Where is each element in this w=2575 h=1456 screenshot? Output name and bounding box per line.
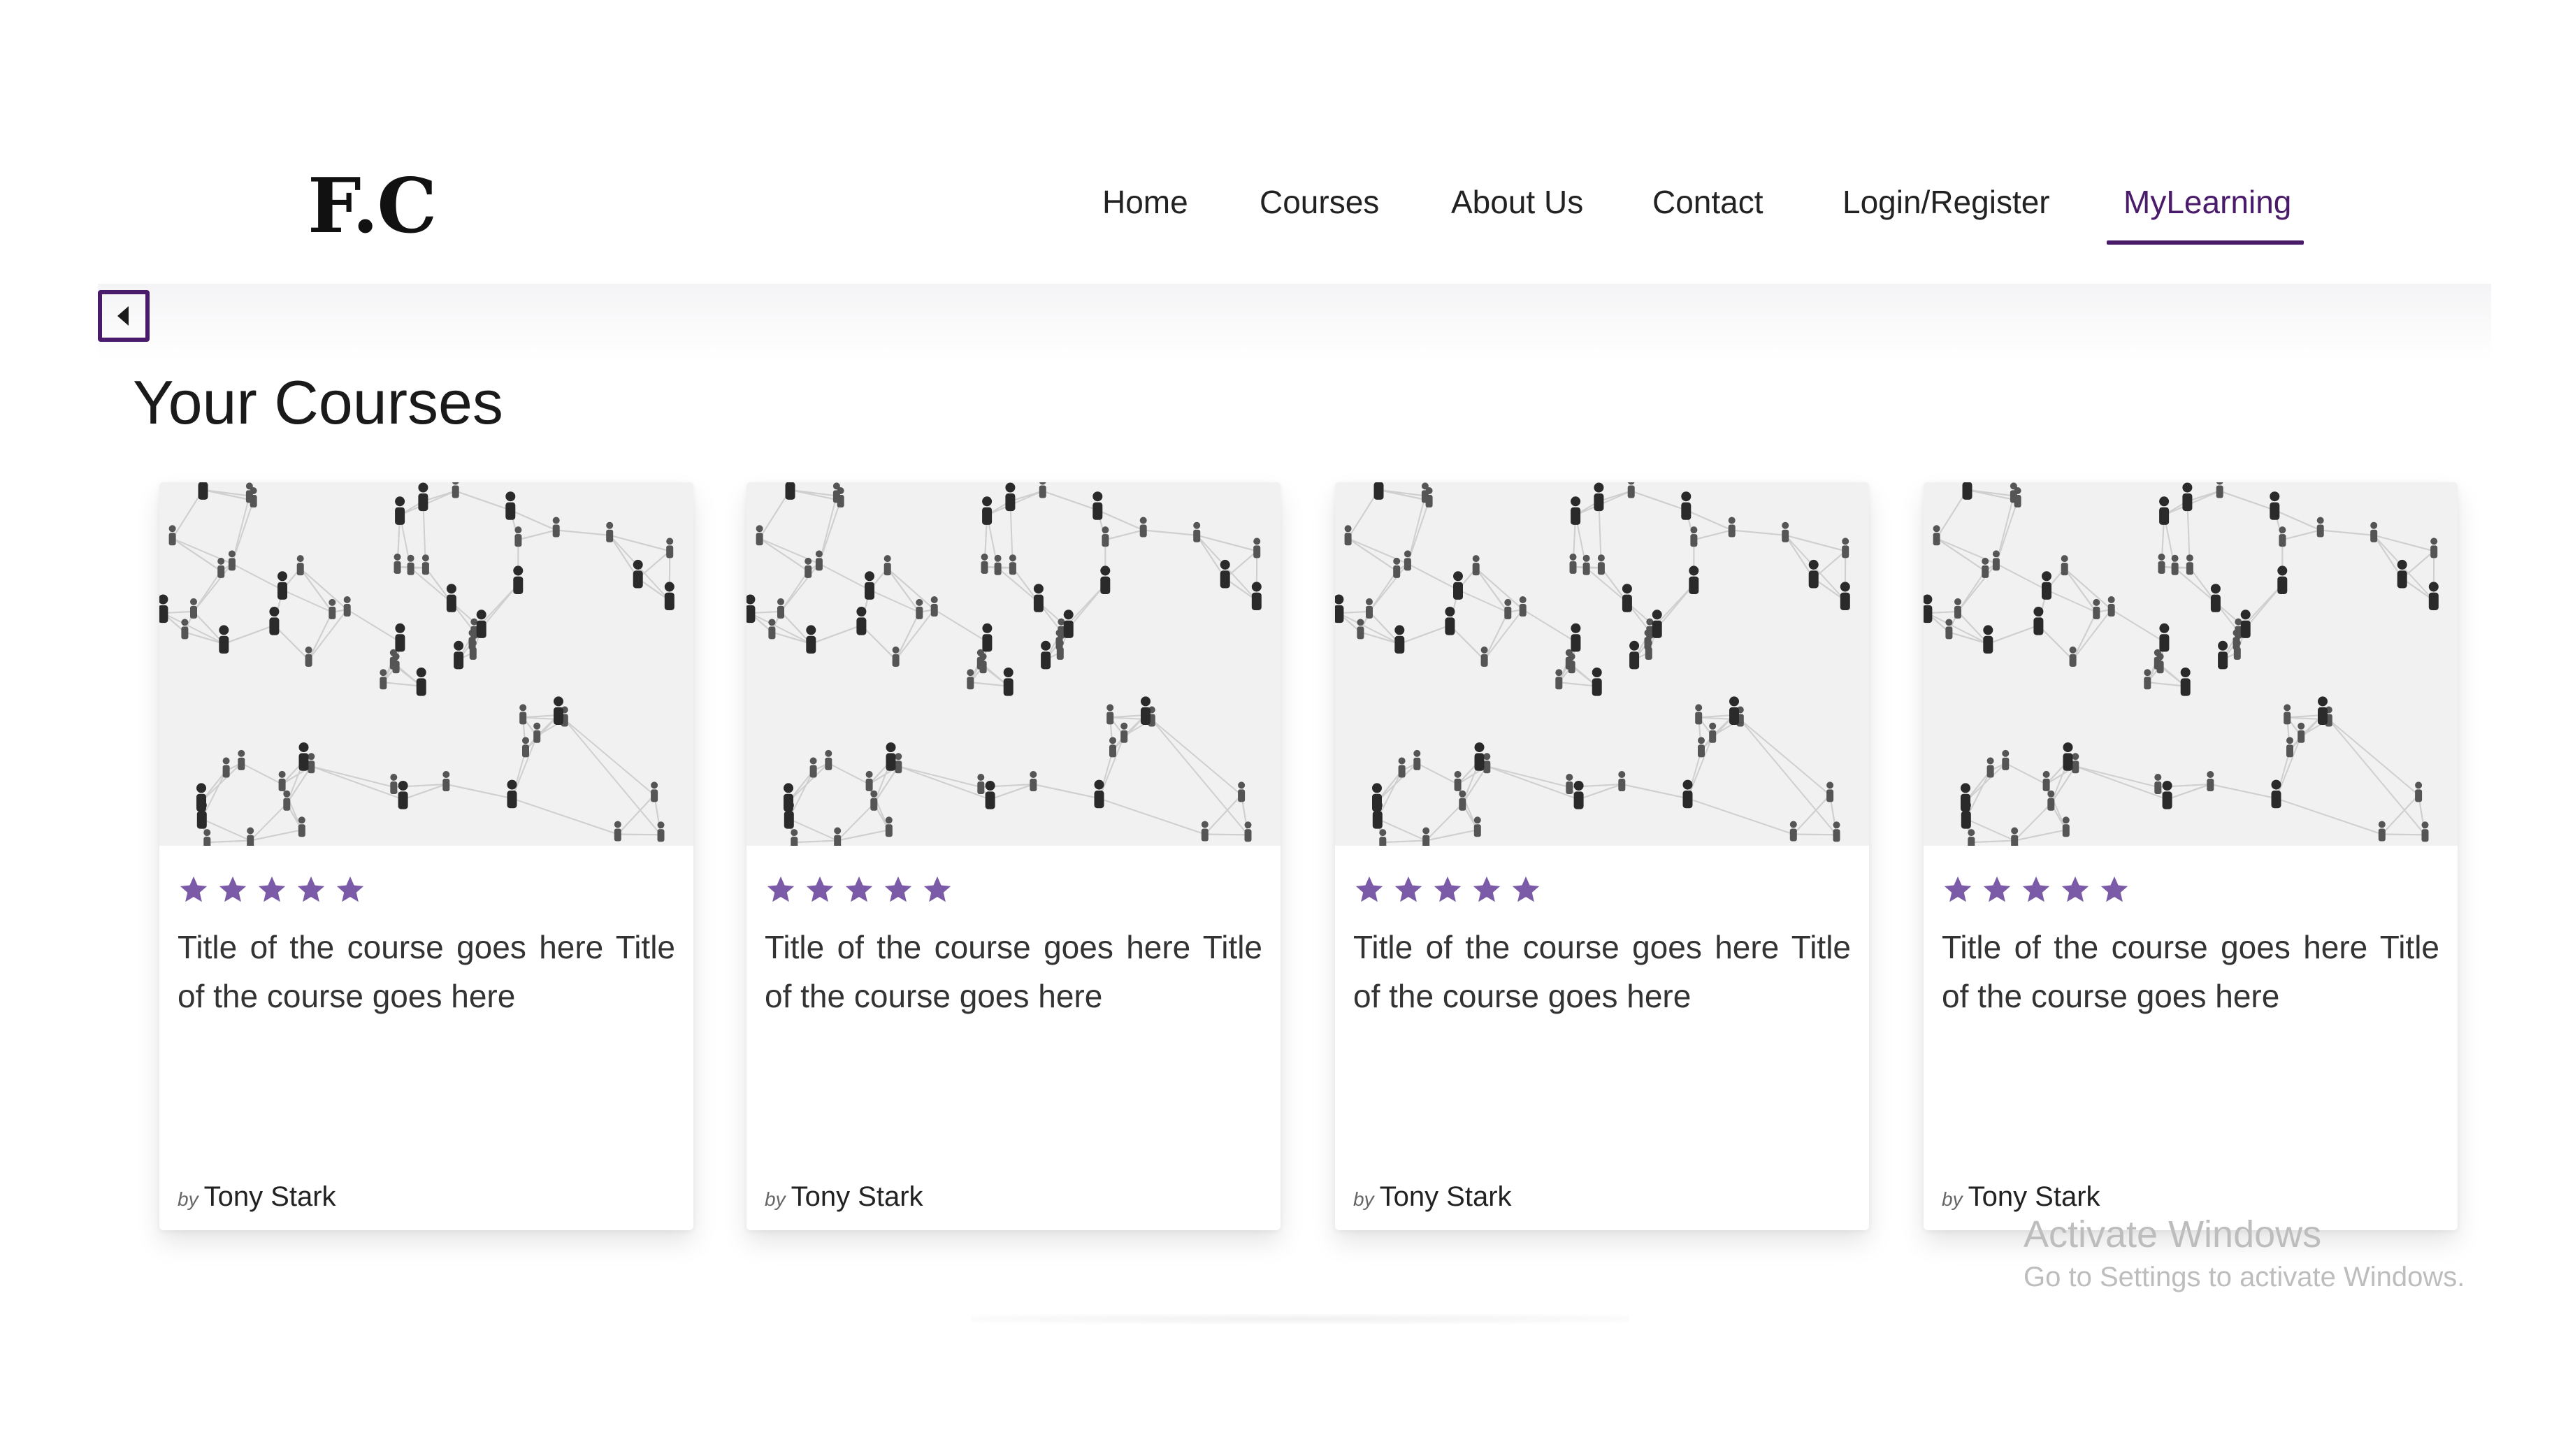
course-author: by Tony Stark	[1353, 1181, 1512, 1213]
author-name: Tony Stark	[203, 1181, 336, 1212]
section-shadow	[972, 1314, 1629, 1324]
star-icon	[1512, 876, 1540, 902]
people-network-image	[1335, 482, 1869, 846]
star-icon	[845, 876, 873, 902]
by-label: by	[765, 1188, 786, 1210]
course-card[interactable]: Title of the course goes here Title of t…	[1924, 482, 2458, 1230]
star-icon	[2022, 876, 2050, 902]
collapse-back-button[interactable]	[98, 290, 150, 342]
course-author: by Tony Stark	[178, 1181, 336, 1213]
star-icon	[767, 876, 795, 902]
star-icon	[297, 876, 325, 902]
main-nav: Home Courses About Us Contact Login/Regi…	[0, 183, 2575, 246]
nav-courses[interactable]: Courses	[1260, 183, 1379, 221]
author-name: Tony Stark	[1379, 1181, 1512, 1212]
people-network-image	[159, 482, 693, 846]
watermark-subtitle: Go to Settings to activate Windows.	[2024, 1262, 2465, 1292]
course-title[interactable]: Title of the course goes here Title of t…	[178, 923, 675, 1021]
star-icon	[1983, 876, 2011, 902]
course-title[interactable]: Title of the course goes here Title of t…	[1942, 923, 2439, 1021]
nav-about-us[interactable]: About Us	[1451, 183, 1583, 221]
author-name: Tony Stark	[1968, 1181, 2100, 1212]
course-title[interactable]: Title of the course goes here Title of t…	[765, 923, 1262, 1021]
watermark-title: Activate Windows	[2024, 1213, 2322, 1255]
star-icon	[1473, 876, 1501, 902]
star-icon	[2100, 876, 2128, 902]
by-label: by	[1942, 1188, 1963, 1210]
course-author: by Tony Stark	[765, 1181, 923, 1213]
star-icon	[1394, 876, 1422, 902]
star-icon	[1355, 876, 1383, 902]
nav-mylearning[interactable]: MyLearning	[2123, 183, 2291, 221]
course-author: by Tony Stark	[1942, 1181, 2100, 1213]
star-icon	[1434, 876, 1462, 902]
people-network-image	[746, 482, 1281, 846]
active-nav-indicator	[2107, 240, 2304, 245]
course-card[interactable]: Title of the course goes here Title of t…	[159, 482, 693, 1230]
star-icon	[1944, 876, 1972, 902]
star-icon	[806, 876, 834, 902]
header-shadow	[98, 284, 2491, 361]
nav-contact[interactable]: Contact	[1652, 183, 1763, 221]
course-card[interactable]: Title of the course goes here Title of t…	[1335, 482, 1869, 1230]
course-title[interactable]: Title of the course goes here Title of t…	[1353, 923, 1851, 1021]
star-icon	[884, 876, 912, 902]
star-icon	[336, 876, 364, 902]
windows-activation-watermark: Activate Windows Go to Settings to activ…	[2024, 1213, 2465, 1293]
author-name: Tony Stark	[791, 1181, 923, 1212]
star-icon	[923, 876, 951, 902]
by-label: by	[178, 1188, 199, 1210]
people-network-image	[1924, 482, 2458, 846]
page-title: Your Courses	[133, 368, 503, 437]
star-icon	[2061, 876, 2089, 902]
course-card[interactable]: Title of the course goes here Title of t…	[746, 482, 1281, 1230]
star-icon	[180, 876, 208, 902]
nav-home[interactable]: Home	[1102, 183, 1188, 221]
nav-login-register[interactable]: Login/Register	[1842, 183, 2050, 221]
by-label: by	[1353, 1188, 1374, 1210]
star-icon	[258, 876, 286, 902]
caret-left-icon	[117, 306, 129, 326]
star-icon	[219, 876, 247, 902]
